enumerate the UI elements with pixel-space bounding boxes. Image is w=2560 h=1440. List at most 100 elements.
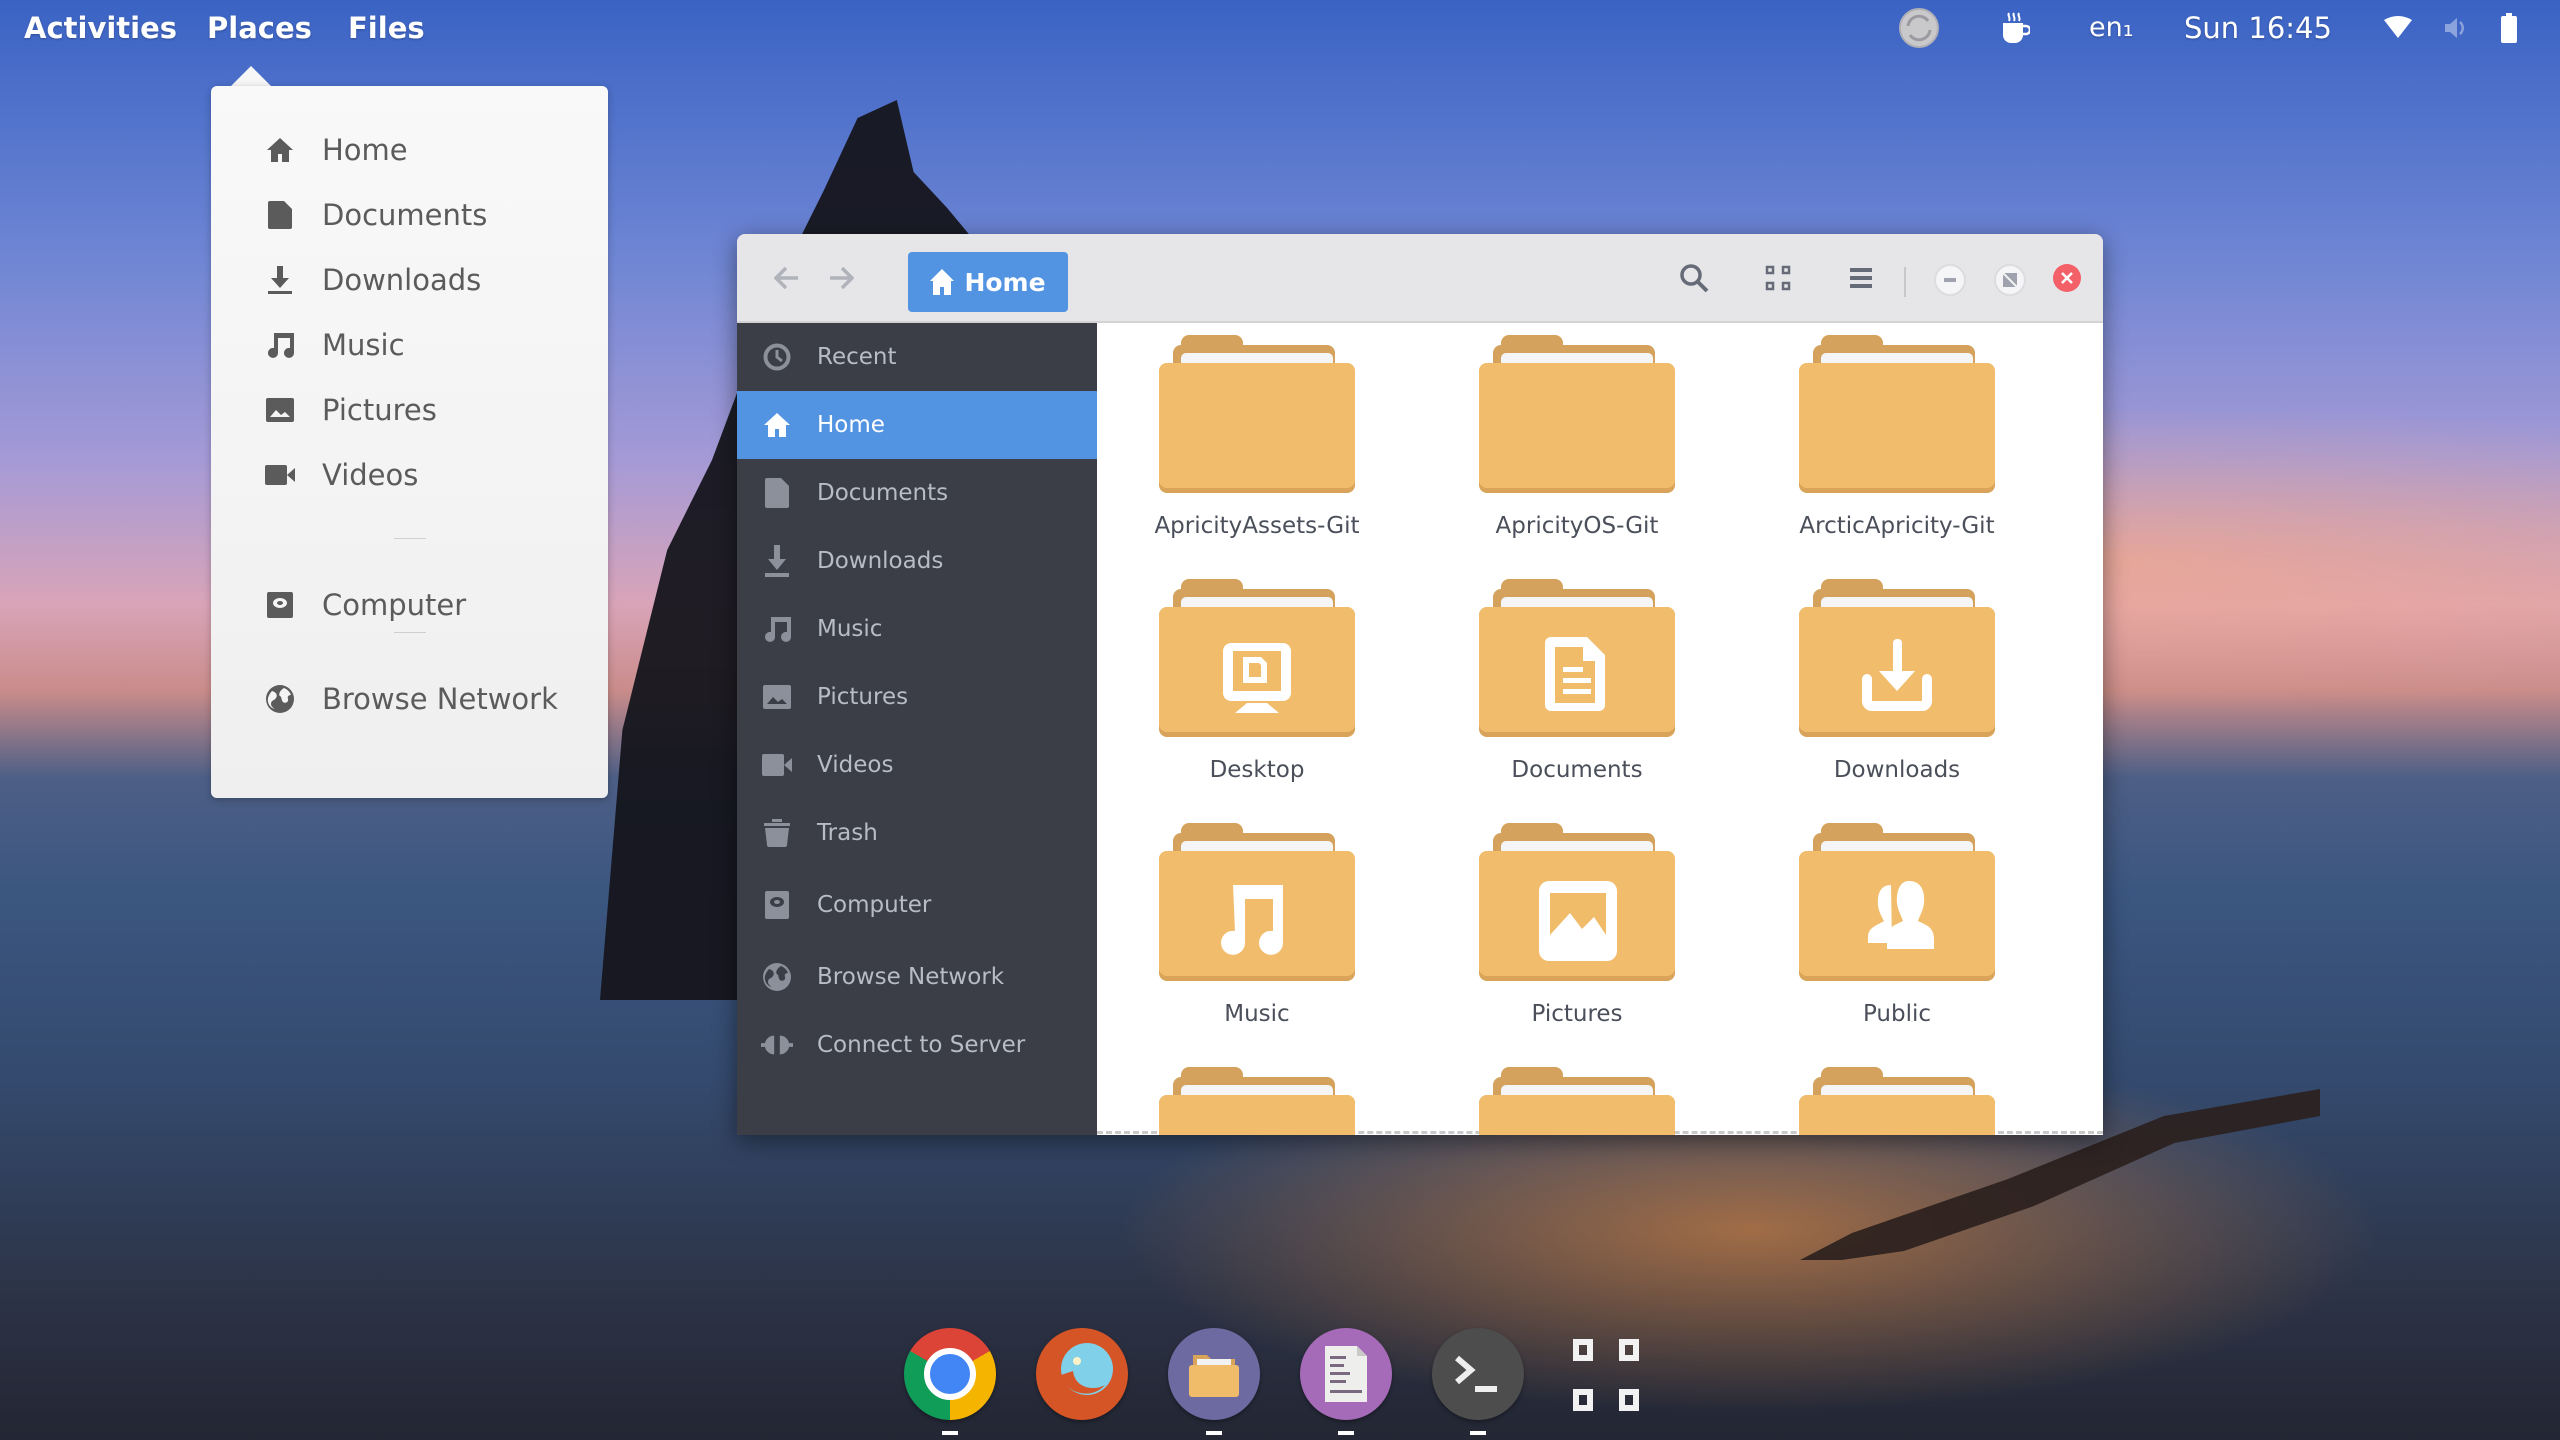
hamburger-menu-icon	[1850, 268, 1872, 288]
places-item-pictures[interactable]: Pictures	[211, 382, 608, 438]
grid-view-icon	[1765, 265, 1791, 291]
menu-pointer-arrow	[229, 66, 273, 88]
sidebar-item-browse-network[interactable]: Browse Network	[737, 943, 1097, 1011]
sidebar-item-videos[interactable]: Videos	[737, 731, 1097, 799]
firefox-icon	[1061, 1343, 1113, 1395]
wifi-icon[interactable]	[2378, 6, 2418, 50]
download-icon	[761, 545, 793, 577]
places-item-home[interactable]: Home	[211, 122, 608, 178]
places-item-downloads[interactable]: Downloads	[211, 252, 608, 308]
dock-terminal[interactable]	[1432, 1328, 1524, 1420]
places-item-label: Videos	[322, 458, 419, 492]
header-bar: Home	[737, 234, 2103, 323]
file-name: Music	[1224, 1001, 1290, 1027]
file-manager-window: Home Recent Home Documents Downloads Mus…	[737, 234, 2103, 1135]
file-view: ApricityAssets-Git ApricityOS-Git ArcticAp…	[1097, 323, 2103, 1135]
keyboard-layout-indicator[interactable]: en₁	[2089, 10, 2134, 46]
coffee-cup-icon[interactable]	[1995, 6, 2035, 50]
path-bar-home-button[interactable]: Home	[908, 252, 1068, 312]
dock-chrome[interactable]	[904, 1328, 996, 1420]
view-toggle-button[interactable]	[1758, 258, 1798, 298]
maximize-button[interactable]	[1994, 264, 2026, 296]
running-indicator	[942, 1431, 958, 1435]
sidebar-item-label: Documents	[817, 480, 949, 506]
sidebar-item-label: Music	[817, 616, 883, 642]
files-app-menu[interactable]: Files	[348, 10, 425, 46]
document-icon	[263, 198, 297, 232]
minimize-icon	[1944, 278, 1956, 282]
forward-button[interactable]	[821, 258, 861, 298]
back-button[interactable]	[767, 258, 807, 298]
folder-picture-icon	[1479, 823, 1675, 981]
file-name: Pictures	[1531, 1001, 1623, 1027]
menu-separator	[394, 538, 426, 539]
dock-firefox[interactable]	[1036, 1328, 1128, 1420]
sidebar-item-documents[interactable]: Documents	[737, 459, 1097, 527]
file-name: ApricityAssets-Git	[1154, 513, 1360, 539]
folder-icon	[1159, 1067, 1355, 1135]
file-item[interactable]	[1787, 1067, 2007, 1135]
close-button[interactable]	[2053, 264, 2081, 292]
sidebar-item-label: Downloads	[817, 548, 944, 574]
music-icon	[263, 328, 297, 362]
places-item-label: Music	[322, 328, 405, 362]
file-item[interactable]: Pictures	[1467, 823, 1687, 1053]
sidebar-item-downloads[interactable]: Downloads	[737, 527, 1097, 595]
battery-icon[interactable]	[2494, 6, 2524, 50]
places-item-documents[interactable]: Documents	[211, 187, 608, 243]
file-item[interactable]: ApricityAssets-Git	[1147, 335, 1367, 565]
places-item-browse-network[interactable]: Browse Network	[211, 671, 608, 727]
file-item[interactable]: Music	[1147, 823, 1367, 1053]
search-button[interactable]	[1674, 258, 1714, 298]
clock[interactable]: Sun 16:45	[2184, 10, 2332, 46]
menu-button[interactable]	[1841, 258, 1881, 298]
top-bar: Activities Places Files en₁ Sun 16:45	[0, 0, 2560, 56]
sidebar-item-pictures[interactable]: Pictures	[737, 663, 1097, 731]
file-item[interactable]	[1147, 1067, 1367, 1135]
sync-icon[interactable]	[1894, 6, 1944, 50]
sidebar-item-label: Recent	[817, 344, 897, 370]
activities-button[interactable]: Activities	[24, 10, 177, 46]
document-icon	[761, 477, 793, 509]
file-item[interactable]: Public	[1787, 823, 2007, 1053]
file-item[interactable]: ApricityOS-Git	[1467, 335, 1687, 565]
globe-icon	[761, 961, 793, 993]
sidebar-item-connect-to-server[interactable]: Connect to Server	[737, 1011, 1097, 1079]
dock-files[interactable]	[1168, 1328, 1260, 1420]
places-menu: Home Documents Downloads Music Pictures …	[211, 86, 608, 798]
sidebar-item-recent[interactable]: Recent	[737, 323, 1097, 391]
drive-icon	[263, 588, 297, 622]
sidebar-item-label: Computer	[817, 892, 932, 918]
dock-text-editor[interactable]	[1300, 1328, 1392, 1420]
chrome-icon	[924, 1348, 976, 1400]
sidebar-item-trash[interactable]: Trash	[737, 799, 1097, 867]
places-item-computer[interactable]: Computer	[211, 577, 608, 633]
file-item[interactable]	[1467, 1067, 1687, 1135]
minimize-button[interactable]	[1934, 264, 1966, 296]
file-name: Documents	[1511, 757, 1643, 783]
sidebar-item-music[interactable]: Music	[737, 595, 1097, 663]
menu-separator	[394, 632, 426, 633]
places-item-videos[interactable]: Videos	[211, 447, 608, 503]
file-name: Desktop	[1209, 757, 1305, 783]
file-item[interactable]: Documents	[1467, 579, 1687, 809]
file-item[interactable]: Desktop	[1147, 579, 1367, 809]
path-bar-label: Home	[964, 267, 1046, 297]
terminal-icon	[1455, 1355, 1497, 1392]
places-item-label: Downloads	[322, 263, 482, 297]
volume-muted-icon[interactable]	[2436, 6, 2476, 50]
sidebar-item-label: Pictures	[817, 684, 909, 710]
folder-desktop-icon	[1159, 579, 1355, 737]
show-applications-button[interactable]	[1570, 1336, 1650, 1416]
folder-icon	[1799, 1067, 1995, 1135]
folder-music-icon	[1159, 823, 1355, 981]
drive-icon	[761, 889, 793, 921]
sidebar-item-label: Connect to Server	[817, 1032, 1026, 1058]
file-item[interactable]: ArcticApricity-Git	[1787, 335, 2007, 565]
places-item-music[interactable]: Music	[211, 317, 608, 373]
file-item[interactable]: Downloads	[1787, 579, 2007, 809]
video-camera-icon	[263, 458, 297, 492]
places-menu-button[interactable]: Places	[207, 10, 312, 46]
sidebar-item-computer[interactable]: Computer	[737, 871, 1097, 939]
sidebar-item-home[interactable]: Home	[737, 391, 1097, 459]
